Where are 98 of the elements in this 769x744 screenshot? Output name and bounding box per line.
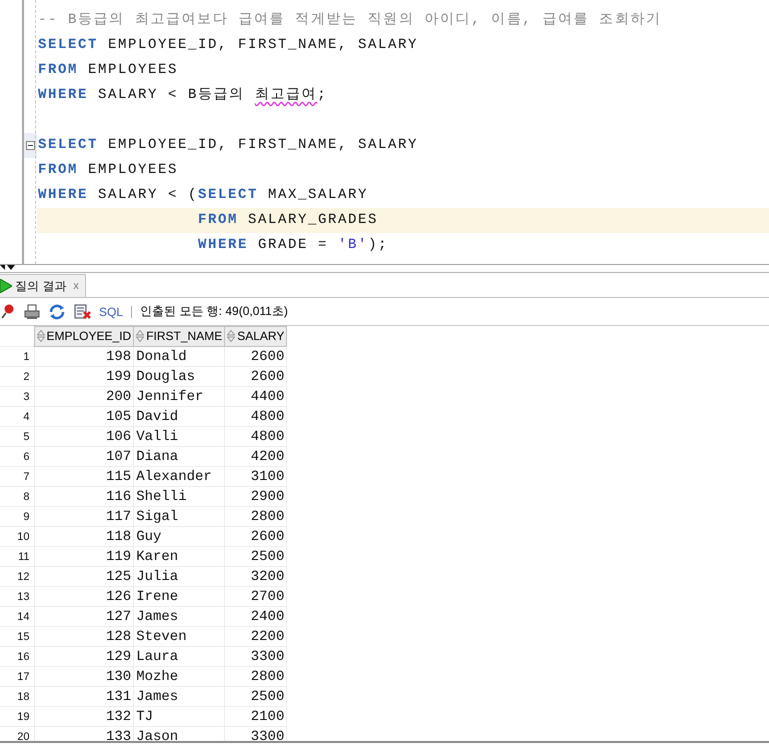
row-number: 12 [0, 566, 34, 586]
table-cell: 2500 [224, 546, 287, 566]
table-cell: 3100 [224, 466, 287, 486]
table-cell: TJ [134, 706, 225, 726]
table-cell: 131 [34, 686, 134, 706]
row-number: 17 [0, 666, 34, 686]
table-cell: 2800 [224, 506, 287, 526]
table-cell: 198 [34, 346, 134, 366]
table-cell: Irene [134, 586, 225, 606]
code-line: WHERE GRADE = 'B'); [197, 236, 390, 255]
row-number: 8 [0, 486, 34, 506]
table-cell: 2500 [224, 686, 287, 706]
table-cell: 4800 [224, 406, 287, 426]
table-cell: 105 [34, 406, 134, 426]
table-cell: Douglas [134, 366, 225, 386]
delete-document-icon[interactable] [74, 304, 92, 320]
row-number: 15 [0, 626, 34, 646]
table-cell: 2600 [224, 346, 287, 366]
table-cell: 129 [34, 646, 134, 666]
table-cell: 106 [34, 426, 134, 446]
table-cell: 2600 [224, 366, 287, 386]
row-number: 6 [0, 446, 34, 466]
table-cell: Donald [134, 346, 225, 366]
code-line: SELECT EMPLOYEE_ID, FIRST_NAME, SALARY [37, 136, 420, 155]
collapse-icon[interactable] [0, 265, 16, 271]
table-cell: James [134, 686, 225, 706]
fetch-status: 인출된 모든 행: 49(0,011초) [140, 303, 288, 320]
row-number: 1 [0, 346, 34, 366]
table-cell: 128 [34, 626, 134, 646]
refresh-icon[interactable] [48, 304, 66, 320]
table-cell: Mozhe [134, 666, 225, 686]
row-number: 7 [0, 466, 34, 486]
table-cell: 125 [34, 566, 134, 586]
row-number: 10 [0, 526, 34, 546]
table-cell: 2700 [224, 586, 287, 606]
column-header[interactable]: EMPLOYEE_ID [34, 326, 134, 346]
code-line: WHERE SALARY < (SELECT MAX_SALARY [37, 186, 370, 205]
table-cell: Shelli [134, 486, 225, 506]
table-cell: 107 [34, 446, 134, 466]
table-cell: David [134, 406, 225, 426]
table-cell: Diana [134, 446, 225, 466]
table-cell: 116 [34, 486, 134, 506]
sql-link[interactable]: SQL [99, 304, 124, 318]
table-cell: 115 [34, 466, 134, 486]
table-cell: Steven [134, 626, 225, 646]
table-cell: James [134, 606, 225, 626]
table-cell: Jennifer [134, 386, 225, 406]
table-cell: 2100 [224, 706, 287, 726]
row-number: 4 [0, 406, 34, 426]
table-cell: 2200 [224, 626, 287, 646]
code-line: FROM EMPLOYEES [37, 61, 180, 80]
column-header[interactable]: FIRST_NAME [134, 326, 225, 346]
table-cell: 130 [34, 666, 134, 686]
table-cell: 2400 [224, 606, 287, 626]
row-number: 16 [0, 646, 34, 666]
table-cell: 4800 [224, 426, 287, 446]
query-result-tab[interactable]: 질의 결과 x [0, 274, 86, 297]
row-number: 14 [0, 606, 34, 626]
column-header[interactable]: SALARY [224, 326, 287, 346]
table-cell: Alexander [134, 466, 225, 486]
table-cell: Laura [134, 646, 225, 666]
table-cell: Karen [134, 546, 225, 566]
code-line: WHERE SALARY < B등급의 최고급여; [37, 86, 328, 105]
table-cell: 126 [34, 586, 134, 606]
print-icon[interactable] [24, 304, 40, 320]
table-cell: 127 [34, 606, 134, 626]
table-cell: Valli [134, 426, 225, 446]
table-cell: Guy [134, 526, 225, 546]
table-cell: 4200 [224, 446, 287, 466]
play-icon [0, 279, 12, 293]
code-line: SELECT EMPLOYEE_ID, FIRST_NAME, SALARY [37, 36, 420, 55]
collapse-icon[interactable] [26, 141, 35, 150]
row-number: 18 [0, 686, 34, 706]
row-number: 3 [0, 386, 34, 406]
table-cell: 200 [34, 386, 134, 406]
code-line: FROM EMPLOYEES [37, 161, 180, 180]
table-cell: 2600 [224, 526, 287, 546]
table-cell: 199 [34, 366, 134, 386]
table-cell: 3200 [224, 566, 287, 586]
code-line: -- B등급의 최고급여보다 급여를 적게받는 직원의 아이디, 이름, 급여를 조회하기 [37, 11, 663, 30]
table-cell: 118 [34, 526, 134, 546]
pin-icon[interactable] [0, 304, 14, 319]
table-cell: 117 [34, 506, 134, 526]
row-number: 2 [0, 366, 34, 386]
table-cell: 2800 [224, 666, 287, 686]
table-cell: Julia [134, 566, 225, 586]
table-cell: Sigal [134, 506, 225, 526]
row-number: 13 [0, 586, 34, 606]
close-icon[interactable]: x [73, 280, 79, 292]
table-cell: 119 [34, 546, 134, 566]
table-cell: 4400 [224, 386, 287, 406]
table-cell: 2900 [224, 486, 287, 506]
row-number: 19 [0, 706, 34, 726]
row-number: 9 [0, 506, 34, 526]
table-cell: 3300 [224, 646, 287, 666]
table-cell: 132 [34, 706, 134, 726]
row-number: 5 [0, 426, 34, 446]
row-number: 11 [0, 546, 34, 566]
